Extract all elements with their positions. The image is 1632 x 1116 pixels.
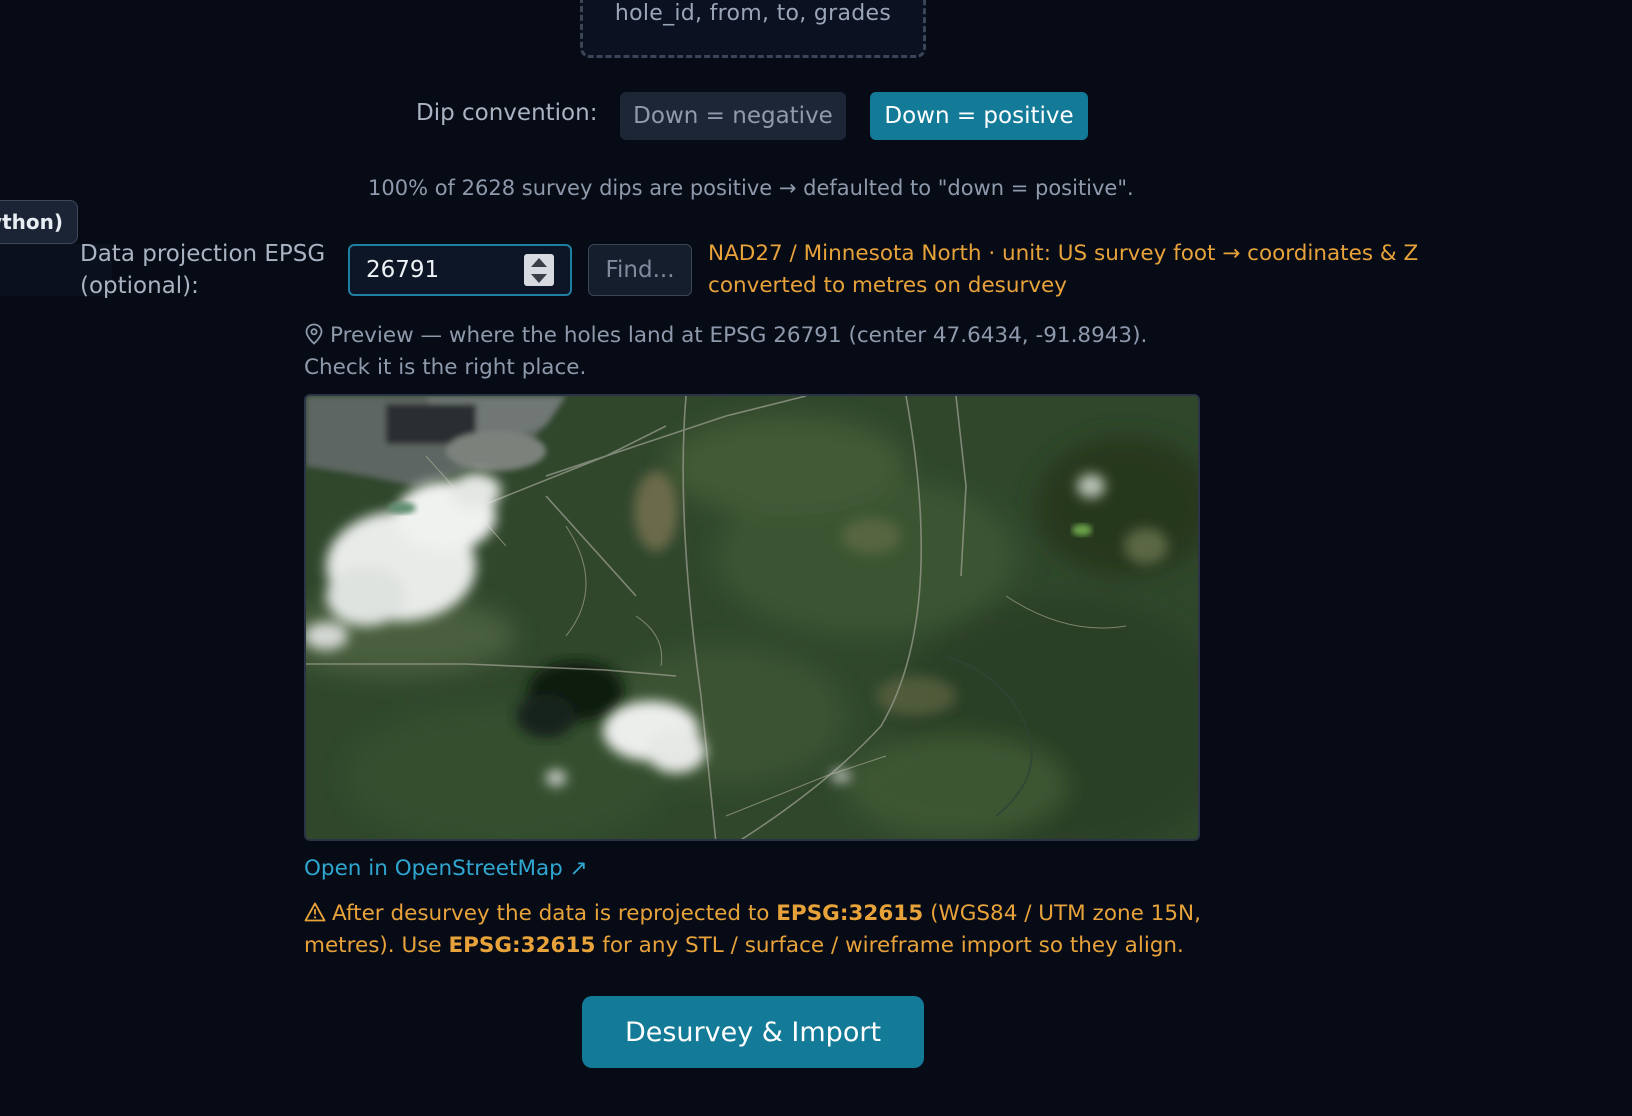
dip-down-positive-button[interactable]: Down = positive [870,92,1088,140]
file-dropzone[interactable]: hole_id, from, to, grades [580,0,926,58]
dropzone-hint: hole_id, from, to, grades [614,1,892,26]
reprojection-warning: After desurvey the data is reprojected t… [304,898,1204,962]
warning-epsg-code-1: EPSG:32615 [776,901,924,926]
preview-caption: Preview — where the holes land at EPSG 2… [304,320,1204,384]
desurvey-import-button[interactable]: Desurvey & Import [582,996,924,1068]
warning-text-3: for any STL / surface / wireframe import… [595,933,1184,958]
dip-down-negative-button[interactable]: Down = negative [620,92,846,140]
spinner-up-icon[interactable] [531,257,547,267]
desurvey-import-panel: hole_id, from, to, grades Dip convention… [0,0,1632,1116]
spinner-down-icon[interactable] [531,273,547,283]
preview-text: Preview — where the holes land at EPSG 2… [304,323,1148,380]
side-tab-button[interactable]: ython) [0,200,78,244]
projection-info: NAD27 / Minnesota North · unit: US surve… [708,241,1419,298]
find-epsg-button[interactable]: Find... [588,244,692,296]
epsg-label: Data projection EPSG (optional): [80,241,326,299]
dip-convention-label: Dip convention: [416,100,598,126]
satellite-imagery [306,396,1198,839]
warning-text-1: After desurvey the data is reprojected t… [332,901,777,926]
side-tab-label: ython) [0,210,63,234]
epsg-number-input[interactable]: 26791 [348,244,572,296]
dip-detection-note: 100% of 2628 survey dips are positive → … [368,176,1134,200]
number-spinner[interactable] [524,254,554,286]
map-pin-icon [305,323,323,345]
warning-triangle-icon [304,902,326,922]
epsg-input-value: 26791 [366,257,440,283]
warning-epsg-code-2: EPSG:32615 [448,933,596,958]
open-in-openstreetmap-link[interactable]: Open in OpenStreetMap ↗ [304,856,588,881]
satellite-map-preview[interactable] [304,394,1200,841]
